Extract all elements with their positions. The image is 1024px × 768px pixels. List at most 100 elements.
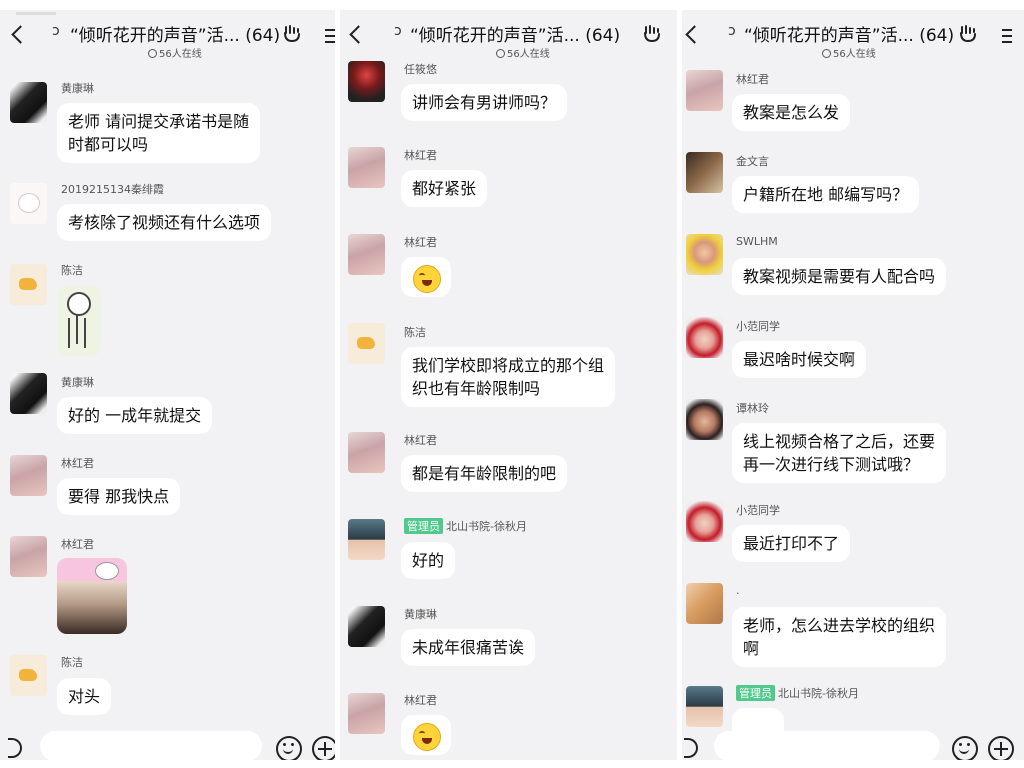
- message-bubble[interactable]: 对头: [57, 678, 112, 715]
- plus-icon[interactable]: [312, 736, 335, 760]
- message-bubble[interactable]: 未成年很痛苦诶: [401, 629, 536, 666]
- avatar[interactable]: [686, 152, 723, 193]
- chat-header: ↄ “倾听花开的声音”活... (64) 56人在线: [682, 10, 1024, 60]
- chat-panel-2: ↄ “倾听花开的声音”活... (64) 56人在线 任筱悠 讲师会有男讲师吗？…: [340, 10, 677, 760]
- chat-panel-1: ↄ “倾听花开的声音”活... (64) 56人在线 黄康琳 老师 请问提交承诺…: [0, 10, 335, 760]
- chat-header: ↄ “倾听花开的声音”活... (64) 56人在线: [340, 10, 677, 60]
- avatar[interactable]: [10, 655, 47, 696]
- avatar[interactable]: [348, 61, 385, 102]
- sender-name: 任筱悠: [404, 63, 437, 76]
- message-line: 织也有年龄限制吗: [412, 379, 541, 398]
- sender-name: 林红君: [404, 694, 437, 707]
- message-bubble[interactable]: [401, 257, 451, 297]
- menu-icon[interactable]: [325, 29, 335, 47]
- message-input[interactable]: [714, 731, 940, 760]
- message-bubble[interactable]: 最迟啥时候交啊: [732, 341, 867, 378]
- avatar[interactable]: [10, 183, 47, 224]
- message-bubble[interactable]: 教案视频是需要有人配合吗: [732, 258, 947, 295]
- message-bubble[interactable]: 最近打印不了: [732, 525, 851, 562]
- message-bubble[interactable]: 好的 一成年就提交: [57, 397, 213, 434]
- avatar[interactable]: [348, 606, 385, 647]
- avatar[interactable]: [10, 373, 47, 414]
- plus-icon[interactable]: [988, 736, 1014, 760]
- message-bubble[interactable]: 线上视频合格了之后，还要 再一次进行线下测试哦？: [732, 423, 947, 483]
- chat-title[interactable]: “倾听花开的声音”活... (64): [410, 21, 620, 46]
- message-bubble[interactable]: 教案是怎么发: [732, 94, 851, 131]
- message-bubble[interactable]: 都好紧张: [401, 170, 488, 207]
- avatar[interactable]: [10, 264, 47, 305]
- avatar[interactable]: [348, 519, 385, 560]
- avatar[interactable]: [348, 234, 385, 275]
- chat-title[interactable]: “倾听花开的声音”活... (64): [744, 21, 954, 46]
- rock-hand-icon[interactable]: [642, 24, 662, 44]
- sender-name: 林红君: [61, 538, 94, 551]
- laugh-cry-emoji-icon: [413, 723, 441, 751]
- message-bubble[interactable]: 讲师会有男讲师吗？: [401, 84, 568, 121]
- avatar[interactable]: [10, 536, 47, 577]
- online-status-icon: [496, 49, 505, 58]
- voice-icon[interactable]: [684, 738, 698, 758]
- online-status-icon: [148, 49, 157, 58]
- sticker-image[interactable]: [57, 558, 127, 634]
- message-line: 啊: [743, 639, 760, 658]
- avatar[interactable]: [686, 399, 723, 440]
- emoji-button-icon[interactable]: [952, 736, 978, 760]
- message-bubble[interactable]: 要得 那我快点: [57, 478, 181, 515]
- avatar[interactable]: [10, 455, 47, 496]
- avatar[interactable]: [348, 432, 385, 473]
- sender-name: 陈洁: [404, 326, 426, 339]
- avatar[interactable]: [686, 234, 723, 275]
- avatar[interactable]: [348, 323, 385, 364]
- menu-icon[interactable]: [1002, 29, 1012, 47]
- sender-name: .: [736, 584, 740, 597]
- ear-icon[interactable]: ↄ: [52, 23, 60, 39]
- chat-panel-3: ↄ “倾听花开的声音”活... (64) 56人在线 林红君 教案是怎么发 金文…: [682, 10, 1024, 760]
- input-bar: [0, 726, 335, 760]
- online-count: 56人在线: [496, 45, 550, 60]
- chevron-left-icon[interactable]: [349, 25, 368, 44]
- message-input[interactable]: [40, 731, 262, 760]
- avatar[interactable]: [10, 82, 47, 123]
- avatar[interactable]: [348, 147, 385, 188]
- avatar[interactable]: [686, 317, 723, 358]
- ear-icon[interactable]: ↄ: [728, 23, 736, 39]
- chevron-left-icon[interactable]: [11, 25, 30, 44]
- rock-hand-icon[interactable]: [958, 24, 978, 44]
- message-bubble[interactable]: 老师 请问提交承诺书是随 时都可以吗: [57, 103, 261, 163]
- message-bubble[interactable]: [401, 715, 451, 755]
- avatar[interactable]: [686, 686, 723, 727]
- ear-icon[interactable]: ↄ: [394, 23, 402, 39]
- sender-name: 林红君: [404, 236, 437, 249]
- avatar[interactable]: [686, 583, 723, 624]
- message-bubble[interactable]: 考核除了视频还有什么选项: [57, 204, 272, 241]
- avatar[interactable]: [686, 70, 723, 111]
- sender-name: 陈洁: [61, 656, 83, 669]
- message-bubble[interactable]: 我们学校即将成立的那个组 织也有年龄限制吗: [401, 347, 616, 407]
- sender-name: 林红君: [404, 149, 437, 162]
- message-line: 老师 请问提交承诺书是随: [68, 112, 250, 131]
- admin-badge: 管理员: [736, 685, 775, 701]
- sender-name: 黄康琳: [61, 376, 94, 389]
- input-bar: [682, 726, 1024, 760]
- chevron-left-icon[interactable]: [685, 25, 704, 44]
- message-bubble[interactable]: 好的: [401, 542, 456, 579]
- chat-title[interactable]: “倾听花开的声音”活... (64): [70, 21, 280, 46]
- sender-name: 黄康琳: [61, 82, 94, 95]
- emoji-button-icon[interactable]: [276, 736, 302, 760]
- sender-name: SWLHM: [736, 235, 778, 248]
- message-line: 线上视频合格了之后，还要: [743, 432, 936, 451]
- message-bubble[interactable]: 老师，怎么进去学校的组织 啊: [732, 607, 947, 667]
- message-line: 老师，怎么进去学校的组织: [743, 616, 936, 635]
- sticker-image[interactable]: [57, 286, 101, 356]
- online-count: 56人在线: [148, 45, 202, 60]
- sender-name: 林红君: [736, 73, 769, 86]
- message-line: 再一次进行线下测试哦？: [743, 455, 920, 474]
- sender-name: 管理员 北山书院-徐秋月: [404, 518, 527, 534]
- message-bubble[interactable]: 户籍所在地 邮编写吗？: [732, 176, 920, 213]
- rock-hand-icon[interactable]: [282, 24, 302, 44]
- voice-icon[interactable]: [8, 738, 22, 758]
- sender-name: 2019215134秦绯霞: [61, 183, 164, 196]
- message-bubble[interactable]: 都是有年龄限制的吧: [401, 455, 568, 492]
- avatar[interactable]: [686, 501, 723, 542]
- avatar[interactable]: [348, 693, 385, 734]
